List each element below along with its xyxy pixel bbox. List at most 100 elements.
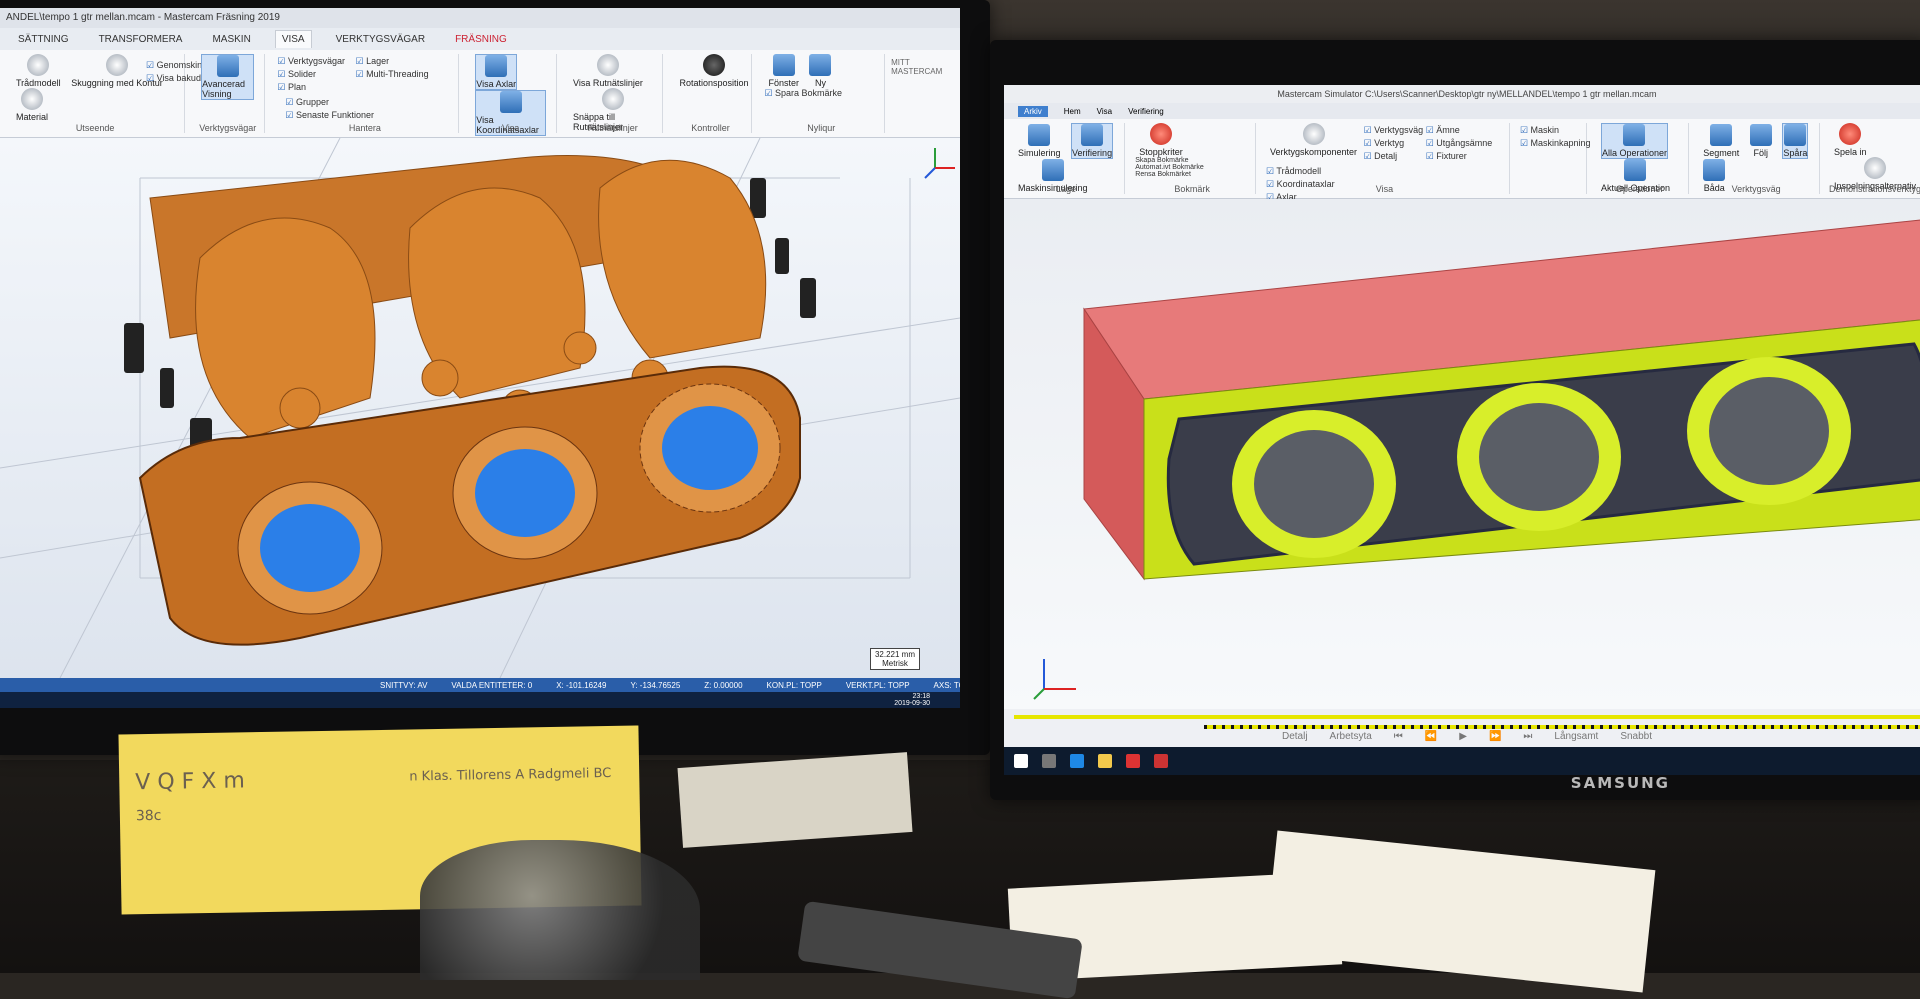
group-bookmarks: Stoppkriter Skapa Bokmärke Automat.ivt B… (1129, 123, 1256, 194)
tab-installning[interactable]: SÄTTNING (12, 31, 75, 48)
stop-label: Stoppkriter (1139, 147, 1183, 157)
step-back-button[interactable]: ⏪ (1425, 731, 1437, 747)
tool-check[interactable]: Verktyg (1364, 138, 1424, 149)
all-operations-button[interactable]: Alla Operationer (1600, 123, 1668, 159)
advanced-view-icon (216, 55, 239, 77)
toolpath-check[interactable]: Verktygsväg (1364, 125, 1423, 136)
multithread-check[interactable]: Multi-Threading (356, 69, 429, 80)
follow-button[interactable]: Följ (1749, 124, 1772, 158)
note-line-2: 38c (135, 807, 162, 825)
simulator-window: Mastercam Simulator C:\Users\Scanner\Des… (1004, 85, 1920, 775)
record-label: Spela in (1833, 147, 1867, 157)
tab-maskin[interactable]: MASKIN (206, 31, 256, 48)
window-label: Fönster (768, 78, 799, 88)
progress-track[interactable] (1014, 715, 1920, 719)
tab-transformera[interactable]: TRANSFORMERA (93, 31, 189, 48)
clear-bookmark-item[interactable]: Rensa Bokmärket (1135, 171, 1203, 178)
rotation-icon (702, 54, 725, 76)
stock-check[interactable]: Ämne (1426, 125, 1493, 136)
show-grid-button[interactable]: Visa Rutnätslinjer (573, 54, 643, 88)
end-button[interactable]: ⏭ (1523, 731, 1532, 747)
slow-label: Långsamt (1554, 731, 1599, 742)
start-icon[interactable] (1014, 754, 1028, 768)
planes-check[interactable]: Plan (277, 82, 345, 93)
left-monitor: ANDEL\tempo 1 gtr mellan.mcam - Masterca… (0, 0, 990, 755)
stock-simulation (1033, 219, 1920, 700)
simulation-viewport[interactable] (1004, 199, 1920, 709)
search-icon[interactable] (1042, 754, 1056, 768)
edge-icon[interactable] (1070, 754, 1084, 768)
tab-frasning-context[interactable]: FRÄSNING (449, 31, 513, 48)
grid-icon (596, 54, 619, 76)
group-label: Nyliqur (807, 123, 836, 133)
rewind-button[interactable]: ⏮ (1394, 731, 1403, 747)
tool-components-button[interactable]: Verktygskomponenter (1270, 123, 1357, 157)
tab-verktygsvagar[interactable]: VERKTYGSVÄGAR (330, 31, 431, 48)
machine-check[interactable]: Maskin (1520, 125, 1580, 136)
wireframe-check[interactable]: Trådmodell (1266, 166, 1335, 177)
trace-button[interactable]: Spåra (1782, 123, 1809, 159)
recent-functions-check[interactable]: Senaste Funktioner (285, 110, 374, 121)
segment-button[interactable]: Segment (1703, 124, 1739, 158)
playback-bar[interactable]: Detalj Arbetsyta ⏮ ⏪ ▶ ⏩ ⏭ Långsamt Snab… (1004, 709, 1920, 747)
rotation-label: Rotationsposition (679, 78, 749, 88)
stop-criteria-button[interactable]: Stoppkriter (1139, 123, 1183, 157)
simulation-button[interactable]: Simulering (1018, 124, 1061, 158)
rotation-position-button[interactable]: Rotationsposition (679, 54, 749, 88)
record-button[interactable]: Spela in (1834, 123, 1867, 157)
group-demo: Spela in Inspelningsalternativ Demonstra… (1824, 123, 1920, 194)
material-button[interactable]: Material (16, 88, 48, 122)
play-button[interactable]: ▶ (1459, 731, 1467, 747)
stop-icon (1150, 123, 1173, 145)
group-label: Hantera (348, 123, 381, 133)
fixtures-check[interactable]: Fixturer (1426, 151, 1493, 162)
scale-value: 32.221 mm (874, 650, 915, 659)
tab-visa[interactable]: Visa (1097, 107, 1112, 116)
auto-bookmark-item[interactable]: Automat.ivt Bokmärke (1135, 164, 1203, 171)
groups-check[interactable]: Grupper (285, 97, 374, 108)
tab-visa[interactable]: VISA (274, 30, 312, 48)
group-visibility: Verktygskomponenter Verktygsväg Verktyg … (1260, 123, 1510, 202)
solids-check[interactable]: Solider (277, 69, 345, 80)
trace-label: Spåra (1783, 148, 1808, 158)
machine-cut-check[interactable]: Maskinkapning (1520, 138, 1591, 149)
axis-status[interactable]: AXS: TOPP (934, 681, 960, 690)
verification-icon (1081, 124, 1104, 146)
group-label: Verktygsväg (1731, 184, 1781, 194)
office-icon[interactable] (1126, 754, 1140, 768)
create-bookmark-item[interactable]: Skapa Bokmärke (1135, 157, 1203, 164)
record-icon (1839, 123, 1862, 145)
tool-plane-status[interactable]: VERKT.PL: TOPP (846, 681, 910, 690)
new-button[interactable]: Ny (809, 54, 832, 88)
tab-arkiv[interactable]: Arkiv (1018, 105, 1048, 117)
window-button[interactable]: Fönster (768, 54, 799, 88)
initial-stock-check[interactable]: Utgångsämne (1426, 138, 1492, 149)
mastercam-icon[interactable] (1154, 754, 1168, 768)
save-bookmark-check[interactable]: Spara Bokmärke (764, 88, 842, 98)
part-check[interactable]: Detalj (1364, 151, 1424, 162)
all-ops-icon (1623, 124, 1646, 146)
levels-check[interactable]: Lager (356, 56, 429, 67)
step-forward-button[interactable]: ⏩ (1489, 731, 1501, 747)
toolpaths-check[interactable]: Verktygsvägar (277, 56, 345, 67)
wireframe-label: Trådmodell (16, 78, 61, 88)
graphics-viewport[interactable]: 32.221 mm Metrisk (0, 137, 960, 679)
new-label: Ny (814, 78, 826, 88)
follow-icon (1749, 124, 1772, 146)
folder-icon[interactable] (1098, 754, 1112, 768)
group-label: Bokmärk (1174, 184, 1210, 194)
verification-button[interactable]: Verifiering (1071, 123, 1114, 159)
tab-verifiering[interactable]: Verifiering (1128, 107, 1164, 116)
construction-plane-status[interactable]: KON.PL: TOPP (767, 681, 822, 690)
x-coordinate: X: -101.16249 (556, 680, 607, 690)
wireframe-button[interactable]: Trådmodell (16, 54, 61, 88)
tab-hem[interactable]: Hem (1064, 107, 1081, 116)
group-notes: Fönster Ny Spara Bokmärke Nyliqur (758, 54, 886, 133)
show-axes-button[interactable]: Visa Axlar (475, 54, 518, 90)
group-manage: Verktygsvägar Solider Plan Lager Multi-T… (271, 54, 460, 133)
group-label: Demonstrationsverktyg (1828, 184, 1920, 194)
window-icon (772, 54, 795, 76)
simulation-label: Simulering (1018, 148, 1061, 158)
advanced-view-button[interactable]: Avancerad Visning (201, 54, 255, 100)
section-view-status[interactable]: SNITTVY: AV (380, 681, 427, 690)
